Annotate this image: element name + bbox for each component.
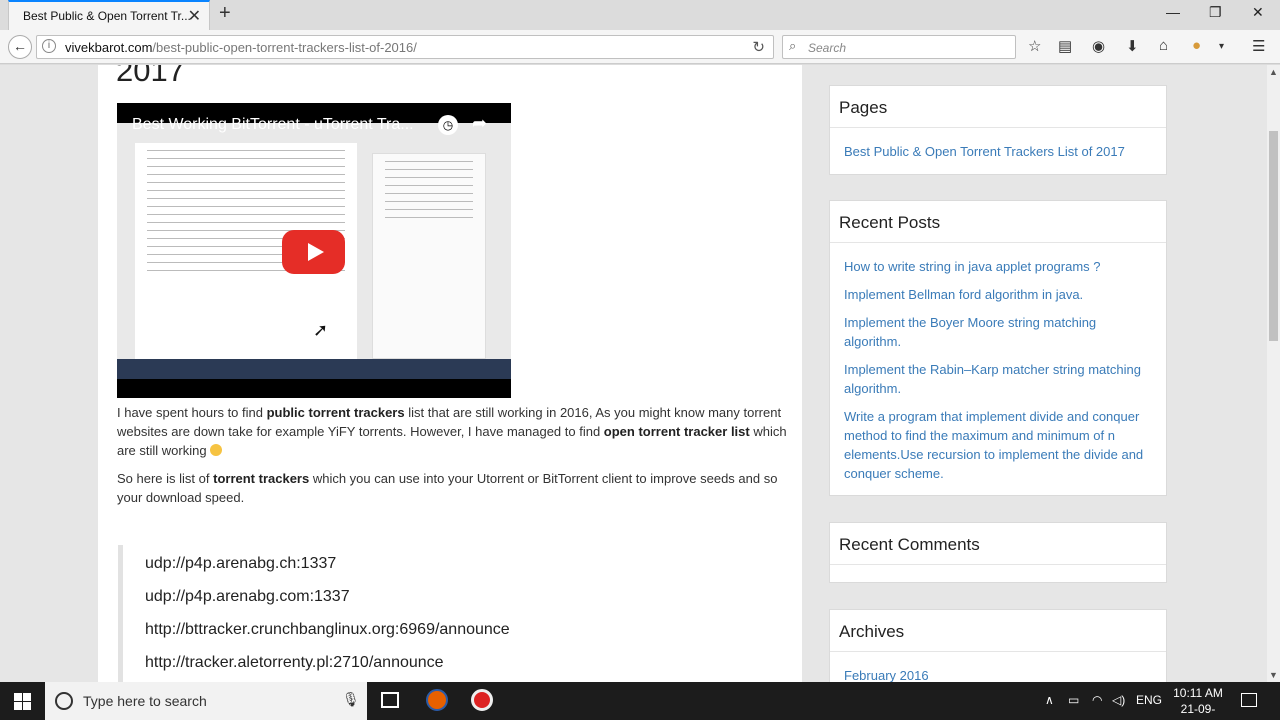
search-placeholder: Search bbox=[808, 41, 847, 55]
vertical-scrollbar[interactable]: ▲ ▼ bbox=[1267, 65, 1280, 682]
menu-icon[interactable]: ☰ bbox=[1252, 37, 1265, 55]
recent-posts-widget: Recent Posts How to write string in java… bbox=[829, 200, 1167, 496]
home-icon[interactable]: ⌂ bbox=[1159, 37, 1168, 54]
pages-link[interactable]: Best Public & Open Torrent Trackers List… bbox=[844, 142, 1154, 161]
scroll-down-icon[interactable]: ▼ bbox=[1269, 670, 1278, 680]
recent-post-link[interactable]: Implement the Boyer Moore string matchin… bbox=[844, 313, 1154, 351]
clock-time: 10:11 AM bbox=[1173, 686, 1223, 700]
window-close-icon[interactable]: ✕ bbox=[1252, 4, 1264, 21]
back-arrow-icon[interactable]: ← bbox=[8, 35, 32, 59]
para2-bold: torrent trackers bbox=[213, 471, 310, 486]
share-icon[interactable]: ➦ bbox=[472, 113, 487, 134]
browser-tab[interactable]: Best Public & Open Torrent Tr... ✕ bbox=[8, 0, 210, 30]
pocket-icon[interactable]: ◉ bbox=[1092, 37, 1105, 55]
bookmark-star-icon[interactable]: ☆ bbox=[1028, 37, 1041, 55]
address-bar[interactable]: i vivekbarot.com/best-public-open-torren… bbox=[36, 35, 774, 59]
taskbar-search-input[interactable]: Type here to search 🎙︎ bbox=[45, 682, 367, 720]
video-title[interactable]: Best Working BitTorrent - uTorrent Tra..… bbox=[132, 116, 414, 134]
para1-bold: open torrent tracker list bbox=[603, 424, 750, 439]
notification-icon[interactable] bbox=[1241, 693, 1257, 707]
recent-posts-title: Recent Posts bbox=[830, 201, 1166, 243]
firefox-icon[interactable] bbox=[426, 689, 448, 711]
task-view-icon[interactable] bbox=[381, 692, 399, 708]
tracker-item: udp://p4p.arenabg.com:1337 bbox=[145, 588, 350, 605]
tracker-item: http://tracker.aletorrenty.pl:2710/annou… bbox=[145, 654, 444, 671]
watch-later-icon[interactable]: ◷ bbox=[438, 115, 458, 135]
url-path: /best-public-open-torrent-trackers-list-… bbox=[152, 40, 417, 55]
close-tab-icon[interactable]: ✕ bbox=[188, 6, 201, 26]
microphone-icon[interactable]: 🎙︎ bbox=[342, 691, 360, 708]
taskbar-search-placeholder: Type here to search bbox=[83, 693, 207, 709]
reading-list-icon[interactable]: ▤ bbox=[1058, 37, 1072, 55]
pages-widget: Pages Best Public & Open Torrent Tracker… bbox=[829, 85, 1167, 175]
thumbnail-sidebar bbox=[372, 153, 486, 359]
system-clock[interactable]: 10:11 AM 21-09-2017 bbox=[1168, 685, 1228, 720]
thumbnail-taskbar bbox=[117, 359, 511, 379]
windows-taskbar: Type here to search 🎙︎ ∧ ▭ ◠ ◁) ENG 10:1… bbox=[0, 682, 1280, 720]
recent-post-link[interactable]: Implement the Rabin–Karp matcher string … bbox=[844, 360, 1154, 398]
play-button-icon[interactable] bbox=[282, 230, 345, 274]
archives-widget: Archives February 2016 bbox=[829, 609, 1167, 682]
web-page: 2017 Best Working BitTorrent - uTorrent … bbox=[0, 65, 1267, 682]
article-heading: 2017 bbox=[116, 65, 185, 88]
para1-bold: public torrent trackers bbox=[266, 405, 405, 420]
tab-bar: Best Public & Open Torrent Tr... ✕ + — ❐… bbox=[0, 0, 1280, 30]
scrollbar-thumb[interactable] bbox=[1269, 131, 1278, 341]
windows-start-icon[interactable] bbox=[14, 693, 31, 710]
recent-comments-title: Recent Comments bbox=[830, 523, 1166, 565]
archive-link[interactable]: February 2016 bbox=[844, 666, 1154, 682]
recent-post-link[interactable]: How to write string in java applet progr… bbox=[844, 257, 1154, 276]
tracker-list-block: udp://p4p.arenabg.ch:1337 udp://p4p.aren… bbox=[118, 545, 788, 682]
wifi-icon[interactable]: ◠ bbox=[1092, 693, 1102, 707]
url-text[interactable]: vivekbarot.com/best-public-open-torrent-… bbox=[65, 40, 417, 55]
minimize-icon[interactable]: — bbox=[1166, 4, 1180, 20]
language-indicator[interactable]: ENG bbox=[1136, 693, 1162, 707]
youtube-video-embed[interactable]: Best Working BitTorrent - uTorrent Tra..… bbox=[117, 103, 511, 398]
clock-date: 21-09-2017 bbox=[1180, 702, 1216, 720]
url-domain: vivekbarot.com bbox=[65, 40, 153, 55]
extension-icon[interactable]: ● bbox=[1192, 37, 1201, 54]
download-icon[interactable]: ⬇ bbox=[1126, 37, 1139, 55]
intro-paragraph: I have spent hours to find public torren… bbox=[117, 403, 787, 460]
para1-seg: I have spent hours to find bbox=[117, 405, 267, 420]
new-tab-icon[interactable]: + bbox=[219, 2, 231, 25]
navigation-bar: ← i vivekbarot.com/best-public-open-torr… bbox=[0, 30, 1280, 64]
article-content: 2017 Best Working BitTorrent - uTorrent … bbox=[98, 65, 802, 682]
recent-comments-widget: Recent Comments bbox=[829, 522, 1167, 583]
mouse-cursor-icon: ➚ bbox=[313, 320, 329, 340]
search-icon: ⌕ bbox=[789, 38, 797, 53]
extension-dropdown-icon[interactable]: ▾ bbox=[1219, 41, 1224, 52]
restore-icon[interactable]: ❐ bbox=[1209, 4, 1222, 21]
search-input[interactable]: ⌕ Search bbox=[782, 35, 1016, 59]
tracker-item: http://bttracker.crunchbanglinux.org:696… bbox=[145, 621, 510, 638]
volume-icon[interactable]: ◁) bbox=[1112, 693, 1125, 707]
para2-seg: So here is list of bbox=[117, 471, 214, 486]
recorder-app-icon[interactable] bbox=[471, 689, 493, 711]
info-icon[interactable]: i bbox=[42, 39, 56, 53]
tracker-item: udp://p4p.arenabg.ch:1337 bbox=[145, 555, 337, 572]
tab-title: Best Public & Open Torrent Tr... bbox=[23, 9, 191, 23]
list-intro-paragraph: So here is list of torrent trackers whic… bbox=[117, 469, 787, 507]
battery-icon[interactable]: ▭ bbox=[1068, 693, 1079, 707]
scroll-up-icon[interactable]: ▲ bbox=[1269, 67, 1278, 77]
reload-icon[interactable]: ↻ bbox=[752, 38, 765, 56]
tray-expand-icon[interactable]: ∧ bbox=[1045, 693, 1054, 707]
smiley-icon bbox=[210, 444, 223, 456]
recent-post-link[interactable]: Write a program that implement divide an… bbox=[844, 407, 1154, 483]
archives-title: Archives bbox=[830, 610, 1166, 652]
recent-post-link[interactable]: Implement Bellman ford algorithm in java… bbox=[844, 285, 1154, 304]
pages-title: Pages bbox=[830, 86, 1166, 128]
cortana-icon bbox=[55, 692, 73, 710]
